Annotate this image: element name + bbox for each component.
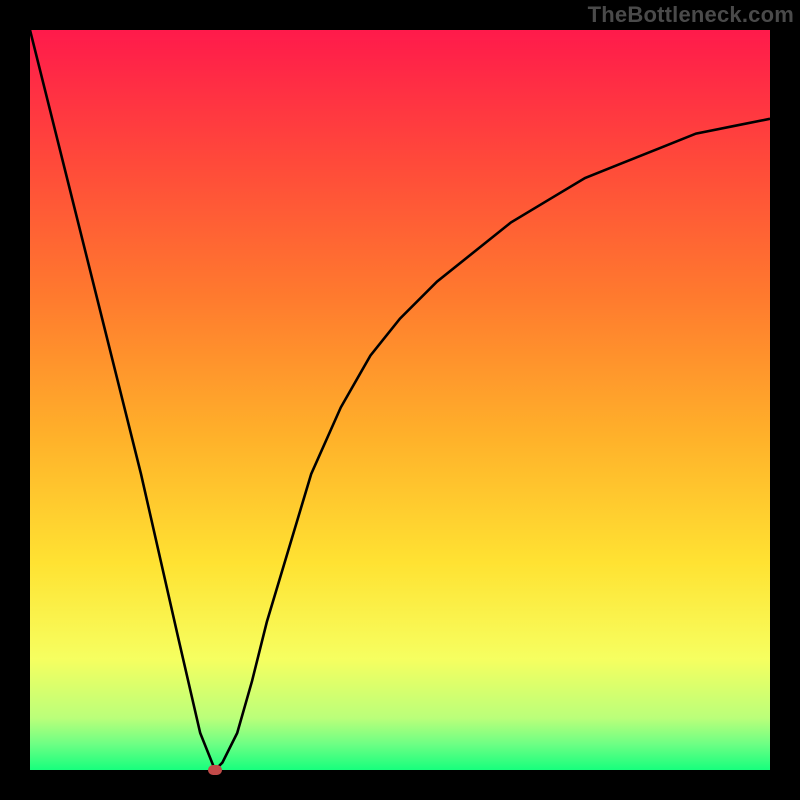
chart-frame: TheBottleneck.com (0, 0, 800, 800)
bottleneck-curve (30, 30, 770, 770)
watermark-text: TheBottleneck.com (588, 2, 794, 28)
min-marker (208, 765, 222, 775)
curve-layer (30, 30, 770, 770)
plot-area (30, 30, 770, 770)
